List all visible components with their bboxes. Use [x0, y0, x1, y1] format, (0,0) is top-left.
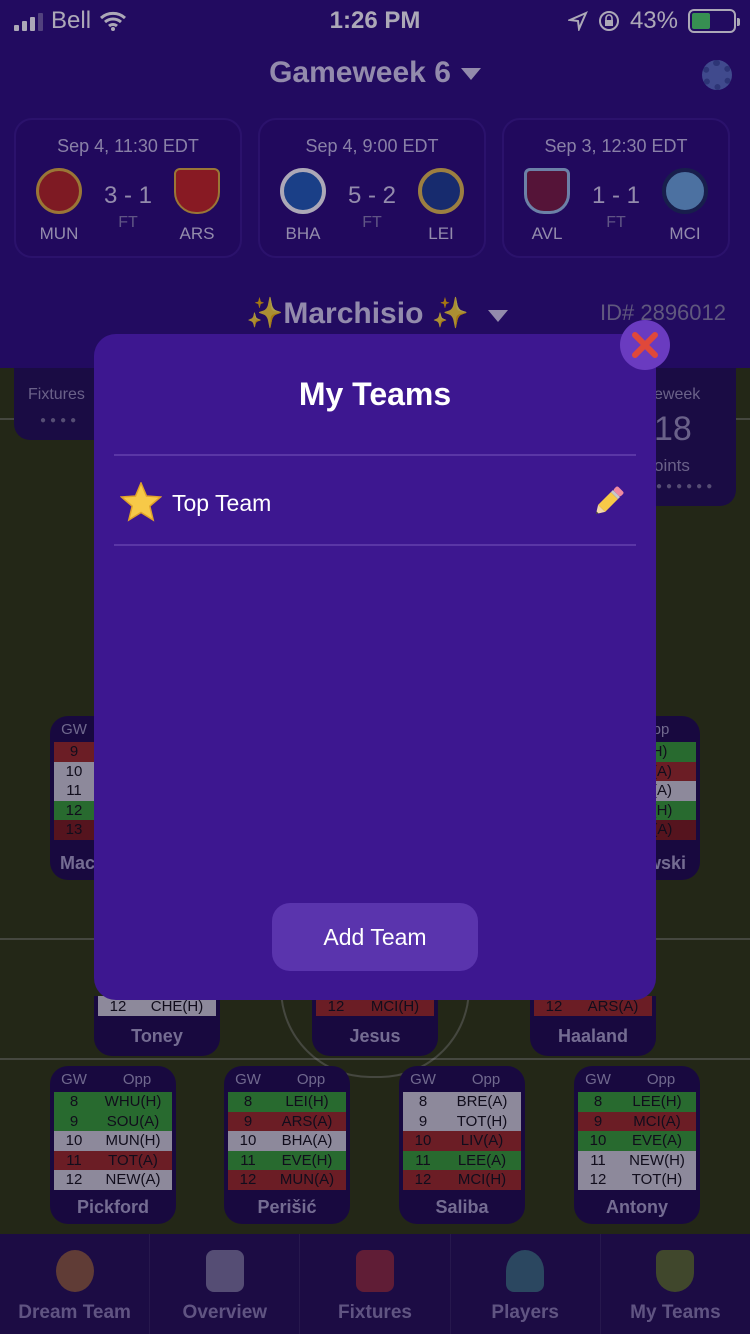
star-icon — [120, 482, 162, 522]
close-button[interactable] — [620, 320, 670, 370]
divider — [114, 544, 636, 546]
team-list-item[interactable]: Top Team — [114, 456, 636, 546]
team-name: Top Team — [172, 490, 272, 516]
add-team-button[interactable]: Add Team — [272, 903, 478, 971]
modal-title: My Teams — [298, 376, 452, 412]
my-teams-modal: My Teams Top Team Add Team — [94, 334, 656, 1000]
close-icon — [632, 332, 658, 358]
pencil-icon[interactable] — [588, 482, 628, 522]
